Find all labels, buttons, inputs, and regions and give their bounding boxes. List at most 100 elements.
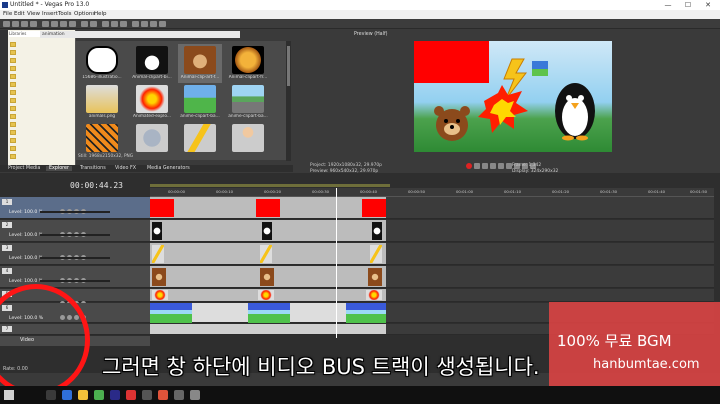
menu-options[interactable]: Options <box>74 11 95 17</box>
clip-red[interactable] <box>150 199 174 217</box>
pause-icon[interactable] <box>498 163 504 169</box>
clip-explosion[interactable] <box>366 290 382 300</box>
clip-explosion[interactable] <box>152 290 168 300</box>
loop-region-bar[interactable] <box>150 184 390 187</box>
windows-start-icon[interactable] <box>4 390 14 400</box>
app-icon[interactable] <box>190 390 200 400</box>
selection-tool-icon[interactable] <box>150 21 157 27</box>
clip-red[interactable] <box>362 199 386 217</box>
thumbnail-item[interactable]: Animated-explo... <box>130 83 174 122</box>
task-view-icon[interactable] <box>46 390 56 400</box>
level-fader[interactable] <box>40 257 110 259</box>
auto-ripple-icon[interactable] <box>111 21 118 27</box>
folder-icon[interactable] <box>10 42 16 47</box>
tab-explorer[interactable]: Explorer <box>46 166 72 171</box>
menu-insert[interactable]: Insert <box>42 11 58 17</box>
playhead-cursor[interactable] <box>336 188 337 338</box>
clip-penguin[interactable] <box>152 222 162 240</box>
record-icon[interactable] <box>466 163 472 169</box>
lock-envelopes-icon[interactable] <box>120 21 127 27</box>
thumbnail-item[interactable] <box>130 122 174 161</box>
folder-icon[interactable] <box>10 146 16 151</box>
redo-icon[interactable] <box>90 21 97 27</box>
app-icon[interactable] <box>174 390 184 400</box>
acrobat-icon[interactable] <box>126 390 136 400</box>
track-lane-empty[interactable] <box>386 243 714 265</box>
folder-icon[interactable] <box>10 58 16 63</box>
play-icon[interactable] <box>490 163 496 169</box>
level-fader[interactable] <box>40 211 110 213</box>
clip-lightning[interactable] <box>152 245 164 263</box>
track-lane-empty[interactable] <box>386 220 714 242</box>
edge-icon[interactable] <box>62 390 72 400</box>
menu-file[interactable]: File <box>3 11 12 17</box>
chrome-icon[interactable] <box>94 390 104 400</box>
file-explorer-icon[interactable] <box>78 390 88 400</box>
time-ruler[interactable]: 00:00:00 00:00:10 00:00:20 00:00:30 00:0… <box>150 188 714 197</box>
envelope-tool-icon[interactable] <box>141 21 148 27</box>
folder-icon[interactable] <box>10 138 16 143</box>
thumbnail-item[interactable]: anime-clipart-ba... <box>226 83 270 122</box>
track-lane[interactable] <box>150 243 386 265</box>
track-lane-empty[interactable] <box>386 266 714 288</box>
clip-bear[interactable] <box>152 268 166 286</box>
folder-icon[interactable] <box>10 82 16 87</box>
thumbnail-item[interactable] <box>226 122 270 161</box>
explorer-breadcrumb[interactable]: animation <box>40 31 240 38</box>
properties-icon[interactable] <box>30 21 37 27</box>
folder-icon[interactable] <box>10 154 16 159</box>
preview-quality-dropdown[interactable]: Preview (Half) <box>354 32 388 37</box>
zoom-tool-icon[interactable] <box>159 21 166 27</box>
menu-tools[interactable]: Tools <box>58 11 72 17</box>
folder-icon[interactable] <box>10 74 16 79</box>
thumbnail-item[interactable]: Animal-clipart-fr... <box>226 44 270 83</box>
track-lane[interactable] <box>150 289 386 302</box>
vegas-taskbar-icon[interactable] <box>110 390 120 400</box>
track-lane[interactable] <box>150 303 386 323</box>
track-lane[interactable] <box>150 266 386 288</box>
clip-penguin[interactable] <box>372 222 382 240</box>
close-button[interactable]: ✕ <box>700 0 716 10</box>
level-fader[interactable] <box>40 234 110 236</box>
track-header[interactable]: 3 Level: 100.0 % <box>0 243 150 265</box>
loop-icon[interactable] <box>474 163 480 169</box>
folder-icon[interactable] <box>10 130 16 135</box>
track-lane-empty[interactable] <box>386 197 714 219</box>
clip-bear[interactable] <box>368 268 382 286</box>
thumbnail-item[interactable]: Animal-clipart-bi... <box>130 44 174 83</box>
minimize-button[interactable]: — <box>660 0 676 10</box>
folder-tree[interactable]: Libraries <box>8 30 76 165</box>
clip-explosion[interactable] <box>258 290 274 300</box>
app-icon[interactable] <box>158 390 168 400</box>
folder-icon[interactable] <box>10 66 16 71</box>
normal-edit-tool-icon[interactable] <box>132 21 139 27</box>
track-header[interactable]: 1 Level: 100.0 % <box>0 197 150 219</box>
clip-landscape[interactable] <box>346 303 386 323</box>
track-header[interactable]: 2 Level: 100.0 % <box>0 220 150 242</box>
save-icon[interactable] <box>21 21 28 27</box>
thumbnail-item[interactable] <box>178 122 222 161</box>
menu-help[interactable]: Help <box>94 11 107 17</box>
thumbnail-item[interactable]: animals.png <box>80 83 124 122</box>
folder-icon[interactable] <box>10 122 16 127</box>
render-icon[interactable] <box>42 21 49 27</box>
thumbnail-item[interactable]: anime-clipart-ba... <box>178 83 222 122</box>
clip-lightning[interactable] <box>260 245 272 263</box>
new-icon[interactable] <box>3 21 10 27</box>
tab-project-media[interactable]: Project Media <box>8 166 40 171</box>
track-lane[interactable] <box>150 324 386 335</box>
folder-icon[interactable] <box>10 98 16 103</box>
folder-icon[interactable] <box>10 50 16 55</box>
maximize-button[interactable]: ☐ <box>680 0 696 10</box>
cut-icon[interactable] <box>51 21 58 27</box>
paste-icon[interactable] <box>69 21 76 27</box>
open-icon[interactable] <box>12 21 19 27</box>
folder-icon[interactable] <box>10 114 16 119</box>
thumbnail-scrollbar[interactable] <box>286 41 291 161</box>
scrollbar-thumb[interactable] <box>287 46 290 86</box>
folder-icon[interactable] <box>10 90 16 95</box>
thumbnail-item-selected[interactable]: Animal-clip-art-f... <box>178 44 222 83</box>
undo-icon[interactable] <box>81 21 88 27</box>
level-fader[interactable] <box>40 280 110 282</box>
track-lane[interactable] <box>150 197 386 219</box>
